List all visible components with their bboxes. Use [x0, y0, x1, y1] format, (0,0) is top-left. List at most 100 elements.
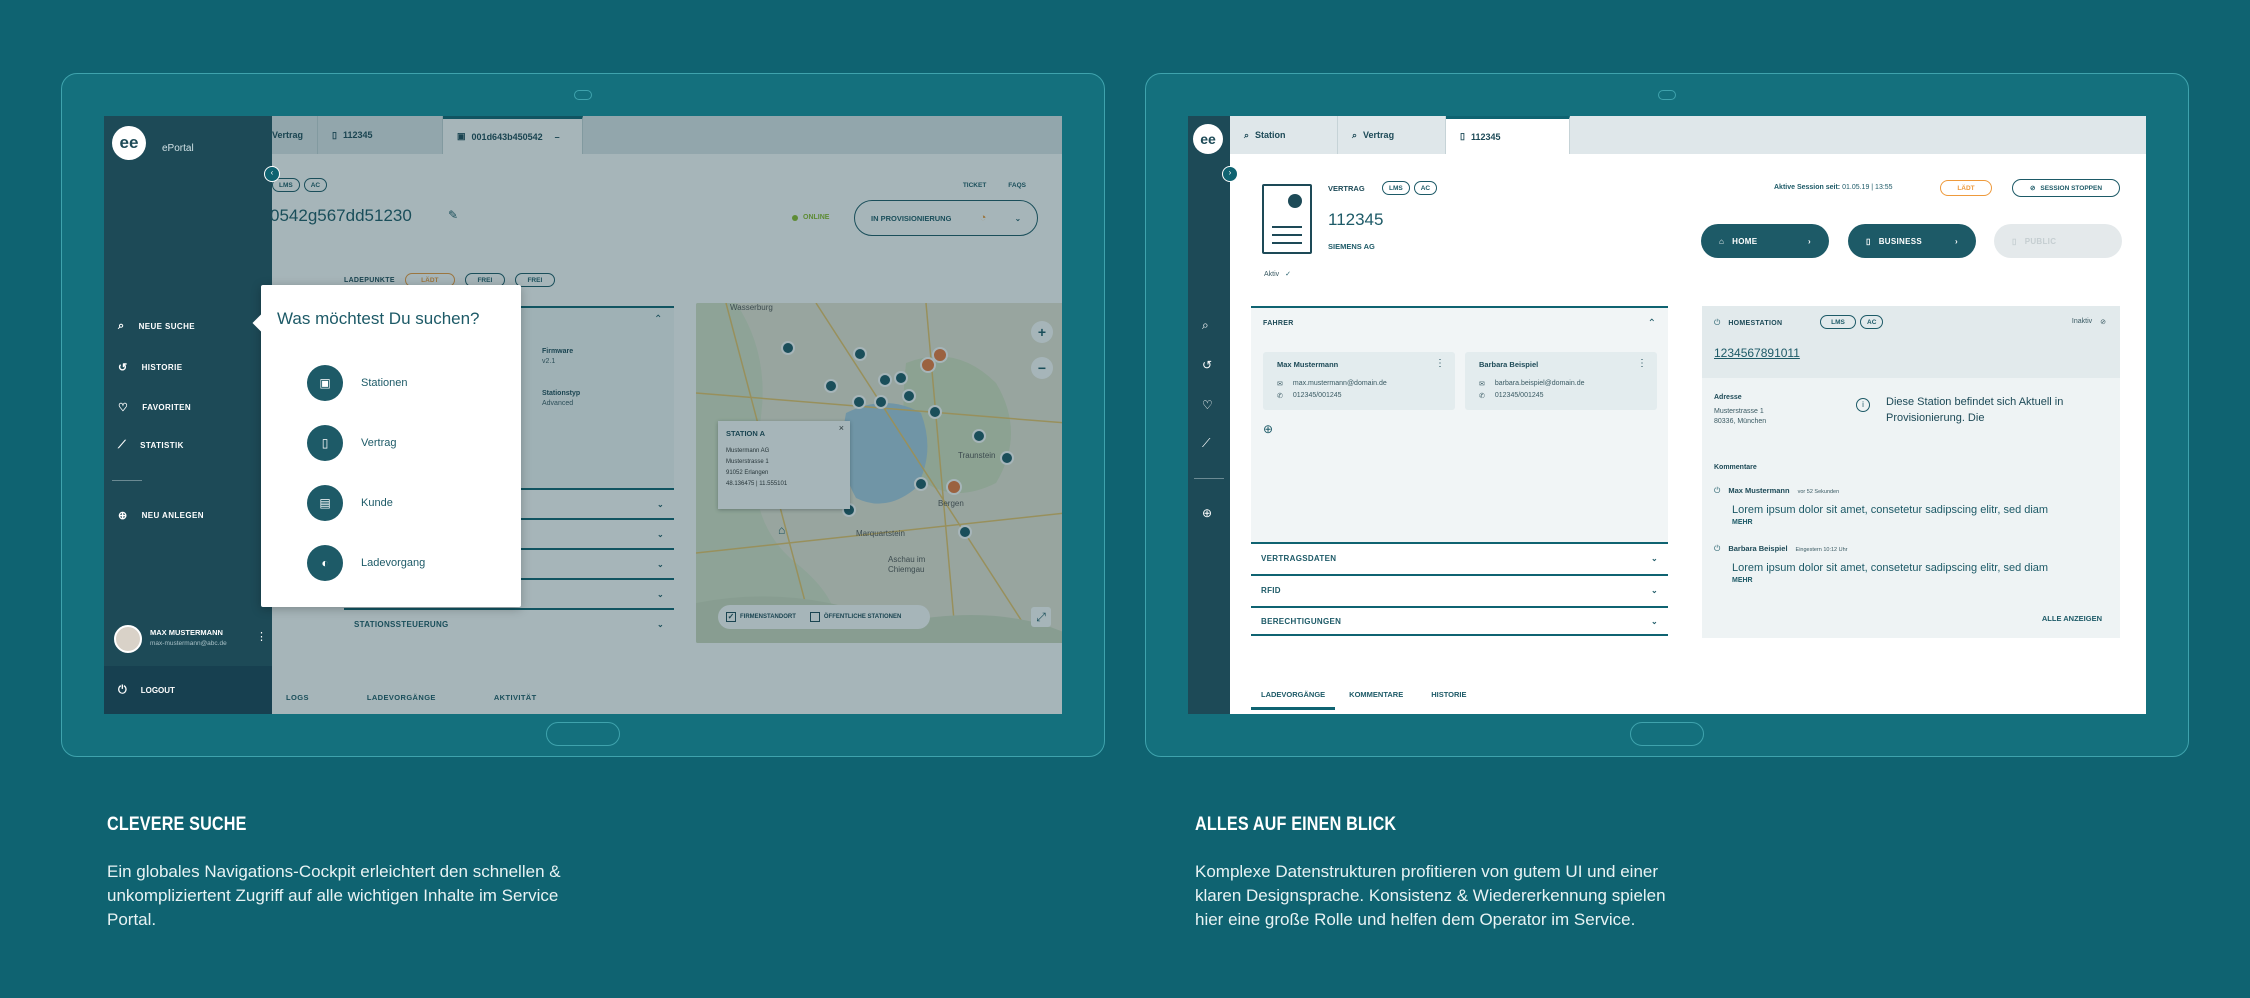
chart-icon[interactable]: ⟋ [1202, 436, 1210, 451]
search-icon: ⌕ [1352, 129, 1358, 140]
driver-card[interactable]: Barbara Beispiel ⋮ ✉ barbara.beispiel@dom… [1465, 352, 1657, 410]
status-aktiv: Aktiv ✓ [1264, 270, 1291, 279]
add-icon[interactable]: ⊕ [1202, 506, 1212, 520]
caption-title-right: ALLES AUF EINEN BLICK [1195, 814, 1397, 835]
caption-title-left: CLEVERE SUCHE [107, 814, 247, 835]
sidebar-item-historie[interactable]: ↺ HISTORIE [118, 361, 182, 374]
driver-email: ✉ max.mustermann@domain.de [1277, 380, 1387, 388]
power-icon: ⏻ [118, 683, 127, 696]
modal-option-kunde[interactable]: ▤ Kunde [307, 485, 393, 521]
tab-112345-active[interactable]: ▯ 112345 [1446, 116, 1570, 154]
sidebar-item-favoriten[interactable]: ♡ FAVORITEN [118, 401, 191, 414]
pill-ac: AC [1860, 315, 1884, 329]
search-modal: Was möchtest Du suchen? ▣ Stationen ▯ Vert… [252, 285, 521, 607]
business-button[interactable]: ▯ BUSINESS › [1848, 224, 1976, 258]
expand-toggle-icon[interactable]: › [1222, 166, 1238, 182]
more-icon[interactable]: ⋮ [256, 630, 267, 643]
sidebar-item-statistik[interactable]: ⟋ STATISTIK [118, 439, 184, 452]
collapse-toggle-icon[interactable]: ‹ [264, 166, 280, 182]
homestation-title-row: ⏻ HOMESTATION [1714, 318, 1782, 328]
chevron-right-icon: › [1808, 236, 1811, 246]
email-text: max.mustermann@domain.de [1292, 380, 1387, 387]
driver-email: ✉ barbara.beispiel@domain.de [1479, 380, 1584, 388]
user-name: MAX MUSTERMANN [150, 628, 223, 637]
tablet-home-button[interactable] [546, 722, 620, 746]
add-driver-icon[interactable]: ⊕ [1263, 422, 1273, 436]
more-icon[interactable]: ⋮ [1435, 358, 1445, 369]
laedt-badge: LÄDT [1940, 180, 1992, 196]
home-button[interactable]: ⌂ HOME › [1701, 224, 1829, 258]
driver-card[interactable]: Max Mustermann ⋮ ✉ max.mustermann@domain.… [1263, 352, 1455, 410]
caption-text-left: Ein globales Navigations-Cockpit erleich… [107, 862, 561, 929]
chevron-down-icon: ⌄ [1650, 553, 1658, 563]
search-icon[interactable]: ⌕ [1202, 318, 1209, 333]
chevron-down-icon: ⌄ [1650, 616, 1658, 626]
user-icon: ⏻ [1714, 544, 1721, 553]
right-tab-bar: ⌕ Station ⌕ Vertrag ▯ 112345 [1230, 116, 2146, 154]
email-text: barbara.beispiel@domain.de [1494, 380, 1585, 387]
tab-vertrag[interactable]: ⌕ Vertrag [1338, 116, 1446, 154]
tab-kommentare[interactable]: KOMMENTARE [1335, 690, 1417, 710]
homestation-id-link[interactable]: 1234567891011 [1714, 346, 1800, 360]
address-label: Adresse [1714, 394, 1742, 401]
driver-name: Max Mustermann [1277, 360, 1339, 369]
stop-session-button[interactable]: ⊘ SESSION STOPPEN [2012, 179, 2120, 197]
logo-icon: ee [112, 126, 146, 160]
logout-label: LOGOUT [140, 685, 175, 695]
user-email: max-mustermann@abc.de [150, 640, 227, 647]
accordion-label: BERECHTIGUNGEN [1261, 616, 1342, 626]
option-label: Ladevorgang [361, 557, 426, 569]
history-icon[interactable]: ↺ [1202, 358, 1212, 372]
more-icon[interactable]: ⋮ [1637, 358, 1647, 369]
driver-phone: ✆ 012345/001245 [1479, 392, 1544, 400]
show-all-link[interactable]: ALLE ANZEIGEN [2042, 614, 2102, 623]
more-link[interactable]: MEHR [1732, 519, 2110, 526]
modal-option-ladevorgang[interactable]: ◐ Ladevorgang [307, 545, 425, 581]
sidebar-divider [1194, 478, 1224, 479]
modal-option-stationen[interactable]: ▣ Stationen [307, 365, 407, 401]
sidebar-divider [112, 480, 142, 481]
chevron-up-icon[interactable]: ⌃ [1648, 318, 1656, 329]
comment-text: Lorem ipsum dolor sit amet, consetetur s… [1732, 562, 2049, 574]
more-link[interactable]: MEHR [1732, 577, 2110, 584]
right-sidebar: ee › ⌕ ↺ ♡ ⟋ ⊕ [1188, 116, 1238, 714]
sidebar-item-neu-anlegen[interactable]: ⊕ NEU ANLEGEN [118, 509, 204, 522]
tablet-camera [574, 90, 592, 100]
comment-text: Lorem ipsum dolor sit amet, consetetur s… [1732, 504, 2049, 516]
logout-button[interactable]: ⏻ LOGOUT [104, 666, 272, 714]
phone-text: 012345/001245 [1292, 392, 1342, 399]
public-label: PUBLIC [2024, 236, 2057, 246]
pill-lms: LMS [1382, 181, 1410, 195]
tab-station[interactable]: ⌕ Station [1230, 116, 1338, 154]
tablet-camera [1658, 90, 1676, 100]
tablet-home-button[interactable] [1630, 722, 1704, 746]
stop-icon: ⊘ [2029, 185, 2036, 192]
history-icon: ↺ [118, 362, 128, 374]
status-label: Aktiv [1264, 270, 1280, 278]
accordion-berechtigungen[interactable]: BERECHTIGUNGEN ⌄ [1251, 606, 1668, 636]
comments-label: Kommentare [1714, 464, 1757, 471]
accordion-vertragsdaten[interactable]: VERTRAGSDATEN ⌄ [1251, 542, 1668, 572]
comment-time: vor 52 Sekunden [1797, 489, 1840, 495]
home-label: HOME [1732, 236, 1758, 246]
accordion-label: RFID [1261, 585, 1281, 595]
device-icon: ▯ [2012, 236, 2017, 246]
comment-time: Eingestern 10:12 Uhr [1795, 547, 1848, 553]
stop-session-label: SESSION STOPPEN [2040, 184, 2103, 192]
heart-icon[interactable]: ♡ [1202, 398, 1213, 412]
sidebar-item-label: FAVORITEN [142, 403, 192, 412]
driver-phone: ✆ 012345/001245 [1277, 392, 1342, 400]
modal-option-vertrag[interactable]: ▯ Vertrag [307, 425, 396, 461]
tab-historie[interactable]: HISTORIE [1417, 690, 1480, 710]
avatar[interactable] [114, 625, 142, 653]
tab-ladevorgaenge[interactable]: LADEVORGÄNGE [1251, 690, 1336, 710]
option-label: Stationen [361, 377, 408, 389]
accordion-rfid[interactable]: RFID ⌄ [1251, 574, 1668, 604]
tab-label: Station [1255, 130, 1286, 140]
public-button[interactable]: ▯ PUBLIC [1994, 224, 2122, 258]
header-pills: LMS AC [1382, 181, 1438, 195]
caption-text-right: Komplexe Datenstrukturen profitieren von… [1195, 862, 1666, 929]
document-icon [1262, 184, 1312, 254]
sidebar-item-neue-suche[interactable]: ⌕ NEUE SUCHE [118, 320, 195, 333]
tab-label: Vertrag [1363, 130, 1395, 140]
